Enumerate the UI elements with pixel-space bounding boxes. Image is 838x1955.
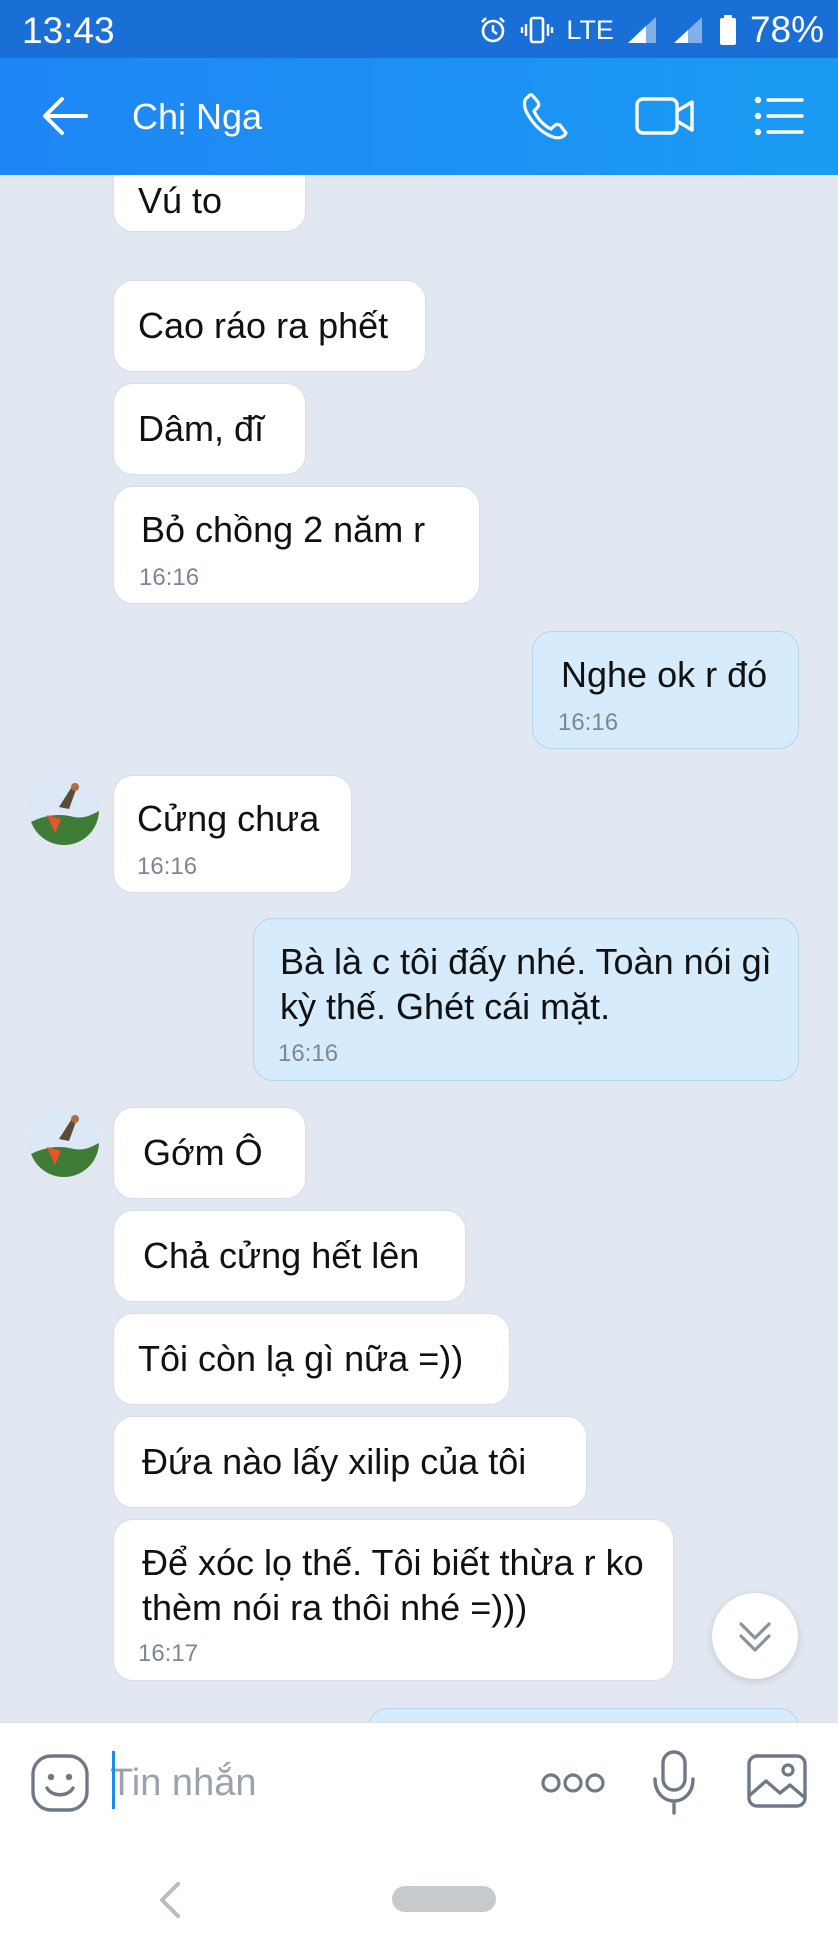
message-incoming[interactable]: Tôi còn lạ gì nữa =))	[113, 1313, 510, 1405]
message-timestamp: 16:16	[558, 709, 619, 736]
scroll-to-bottom-button[interactable]	[712, 1593, 798, 1679]
double-chevron-down-icon	[739, 1622, 771, 1652]
message-text: Bà là c tôi đấy nhé. Toàn nói gì kỳ thế.…	[280, 941, 772, 1027]
message-outgoing-partial[interactable]	[368, 1708, 799, 1722]
menu-list-icon[interactable]	[752, 91, 806, 141]
message-text: Dâm, đĩ	[138, 408, 265, 449]
message-text: Gớm Ô	[143, 1132, 263, 1173]
message-outgoing[interactable]: Bà là c tôi đấy nhé. Toàn nói gì kỳ thế.…	[253, 918, 799, 1081]
message-incoming[interactable]: Dâm, đĩ	[113, 383, 306, 475]
chat-header: Chị Nga	[0, 58, 838, 175]
message-incoming[interactable]: Bỏ chồng 2 năm r 16:16	[113, 486, 480, 604]
message-text: Để xóc lọ thế. Tôi biết thừa r ko thèm n…	[142, 1542, 644, 1628]
message-incoming[interactable]: Gớm Ô	[113, 1107, 306, 1199]
message-timestamp: 16:16	[278, 1040, 339, 1067]
message-incoming[interactable]: Vú to	[113, 175, 306, 232]
battery-level: 78%	[749, 9, 824, 50]
alarm-icon	[481, 17, 506, 43]
message-text: Nghe ok r đó	[561, 654, 768, 695]
message-text: Bỏ chồng 2 năm r	[141, 509, 426, 550]
message-incoming[interactable]: Cao ráo ra phết	[113, 280, 426, 372]
back-arrow-icon[interactable]	[40, 94, 90, 138]
more-options-icon[interactable]	[540, 1767, 606, 1799]
message-outgoing[interactable]: Nghe ok r đó 16:16	[532, 631, 799, 749]
status-bar: 13:43 LTE 78%	[0, 0, 838, 58]
image-icon[interactable]	[746, 1753, 808, 1809]
message-timestamp: 16:16	[137, 853, 198, 880]
video-call-icon[interactable]	[634, 91, 696, 141]
message-text: Đứa nào lấy xilip của tôi	[142, 1441, 527, 1482]
status-icons: LTE 78%	[478, 8, 824, 52]
message-timestamp: 16:17	[138, 1640, 199, 1667]
message-incoming[interactable]: Chả cửng hết lên	[113, 1210, 466, 1302]
contact-avatar[interactable]	[29, 775, 99, 845]
message-text: Tôi còn lạ gì nữa =))	[138, 1338, 464, 1379]
status-time: 13:43	[22, 10, 115, 51]
signal-icon	[627, 17, 656, 43]
contact-name[interactable]: Chị Nga	[132, 96, 262, 138]
avatar-image	[29, 1107, 99, 1177]
message-list[interactable]: Vú to Cao ráo ra phết Dâm, đĩ Bỏ chồng 2…	[0, 175, 838, 1722]
contact-avatar[interactable]	[29, 1107, 99, 1177]
text-cursor	[112, 1751, 115, 1809]
message-incoming[interactable]: Để xóc lọ thế. Tôi biết thừa r ko thèm n…	[113, 1519, 674, 1681]
vibrate-icon	[521, 16, 554, 44]
message-text: Cửng chưa	[137, 798, 320, 839]
battery-icon	[719, 15, 736, 45]
message-text: Cao ráo ra phết	[138, 305, 389, 346]
message-composer	[0, 1722, 838, 1842]
microphone-icon[interactable]	[652, 1749, 696, 1817]
message-timestamp: 16:16	[139, 564, 200, 591]
message-text: Chả cửng hết lên	[143, 1235, 420, 1276]
home-pill-icon[interactable]	[392, 1886, 496, 1912]
system-nav-bar	[0, 1842, 838, 1955]
message-input[interactable]	[110, 1751, 510, 1815]
network-type: LTE	[566, 14, 614, 45]
emoji-icon[interactable]	[30, 1753, 90, 1813]
avatar-image	[29, 775, 99, 845]
message-text: Vú to	[138, 180, 223, 221]
nav-back-icon[interactable]	[152, 1878, 188, 1922]
phone-icon[interactable]	[520, 91, 574, 141]
signal-icon	[673, 17, 702, 43]
message-incoming[interactable]: Cửng chưa 16:16	[113, 775, 352, 893]
message-incoming[interactable]: Đứa nào lấy xilip của tôi	[113, 1416, 587, 1508]
